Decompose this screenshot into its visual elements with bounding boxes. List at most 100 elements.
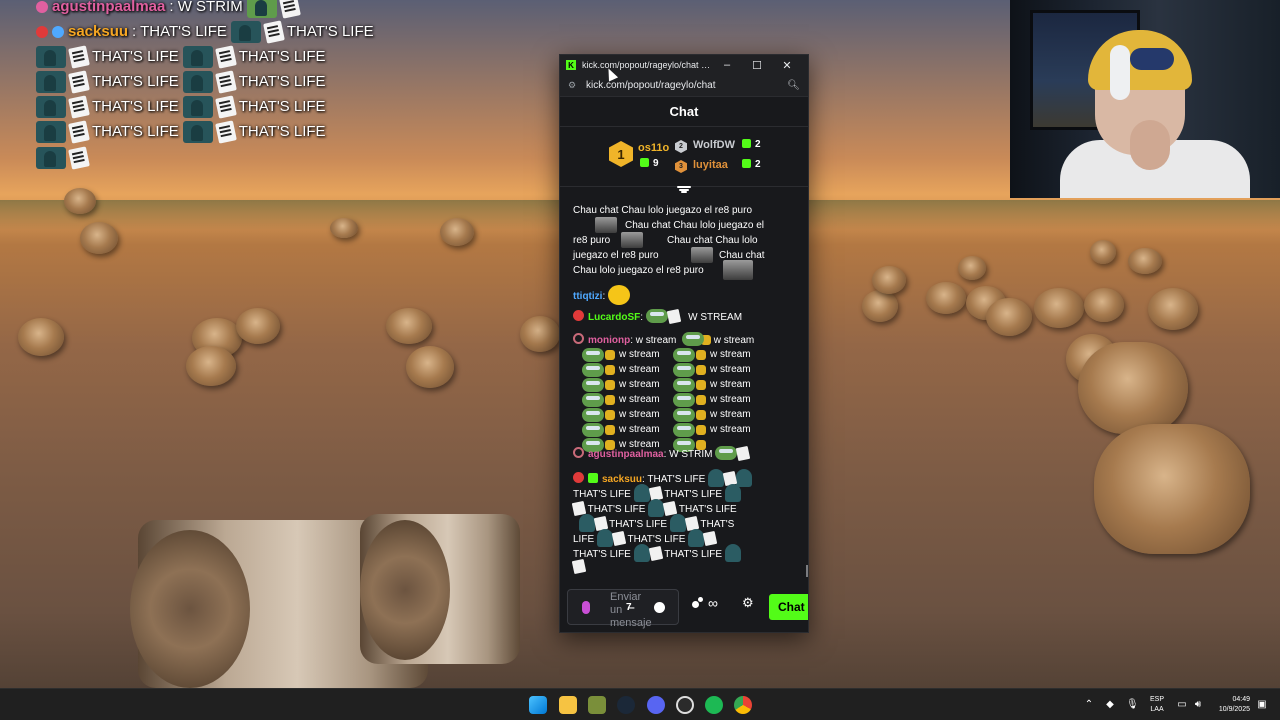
clock-date: 10/9/2025 — [1218, 706, 1250, 713]
ghost-emote-icon — [36, 70, 66, 93]
webcam-feed — [1010, 0, 1280, 198]
spam-cell: w stream — [582, 407, 673, 422]
microphone-icon[interactable] — [582, 601, 590, 614]
overlay-text: THAT'S LIFE — [238, 98, 326, 115]
hay-bale — [1128, 248, 1162, 274]
maximize-button[interactable]: ☐ — [742, 59, 772, 72]
chat-input[interactable]: Enviar un mensaje 7̶ — [567, 589, 679, 629]
settings-gear-icon[interactable]: ⚙ — [742, 595, 754, 611]
overlay-text: THAT'S LIFE — [238, 123, 326, 140]
microphone-tray-icon[interactable]: 🎙︎ — [1126, 699, 1139, 711]
chrome-icon[interactable] — [734, 696, 752, 714]
rank-2-badge-icon: 2 — [675, 140, 687, 153]
hay-bale — [1078, 342, 1188, 434]
leaderboard-name[interactable]: os11o — [638, 142, 669, 154]
window-title: kick.com/popout/rageylo/chat - Goog... — [582, 60, 712, 70]
overlay-message: THAT'S LIFE THAT'S LIFE — [36, 94, 326, 119]
app-tray-icon[interactable]: ◆ — [1104, 699, 1116, 711]
ghost-emote-icon — [36, 120, 66, 143]
overlay-message: THAT'S LIFE THAT'S LIFE — [36, 69, 326, 94]
overlay-text: : THAT'S LIFE — [132, 23, 227, 40]
leaderboard-name[interactable]: WolfDW — [693, 139, 735, 151]
kick-emote-icon[interactable]: 7̶ — [626, 602, 632, 613]
chat-username[interactable]: LucardoSF — [588, 312, 640, 323]
leaderboard-name[interactable]: luyitaa — [693, 159, 728, 171]
pepe-emote-icon — [673, 362, 695, 377]
points-icon[interactable] — [692, 601, 699, 608]
message-line: Chau lolo juegazo el re8 puro — [573, 260, 795, 280]
ghost-emote-icon — [182, 95, 213, 118]
rank-3-badge-icon: 3 — [675, 160, 687, 173]
address-bar[interactable]: ⚙ kick.com/popout/rageylo/chat 🔍︎ — [560, 75, 808, 97]
pepe-emote-icon — [645, 309, 668, 323]
hay-bale — [186, 346, 236, 386]
start-menu-icon[interactable] — [529, 696, 547, 714]
hand-emote-icon — [696, 364, 706, 375]
message-text: re8 puro — [573, 235, 611, 246]
leaderboard-count: 2 — [742, 159, 761, 170]
spam-row: w stream w stream — [582, 362, 782, 377]
note-emote-icon — [68, 44, 90, 69]
hay-bale — [1094, 424, 1250, 554]
spam-row: w stream w stream — [582, 377, 782, 392]
message-text: w stream — [710, 409, 751, 420]
gift-icon — [640, 158, 649, 167]
overlay-message: sacksuu : THAT'S LIFE THAT'S LIFE — [36, 19, 374, 44]
note-emote-icon — [214, 69, 237, 94]
pepe-emote-icon — [673, 377, 695, 392]
site-info-icon[interactable]: ⚙ — [568, 80, 580, 91]
zoom-icon[interactable]: 🔍︎ — [787, 80, 800, 91]
chat-username[interactable]: monionp — [588, 335, 630, 346]
pepe-emote-icon — [582, 407, 604, 422]
chat-username[interactable]: agustinpaalmaa — [588, 449, 664, 460]
pepe-emote-icon — [582, 392, 604, 407]
gift-leaderboard: 1 os11o 9 2 WolfDW 2 3 luyitaa 2 — [560, 127, 808, 187]
badge-icon — [36, 25, 48, 38]
ghost-emote-icon — [36, 95, 66, 118]
infinity-icon[interactable]: ∞ — [708, 595, 718, 611]
note-emote-icon — [262, 19, 285, 44]
chevron-up-icon[interactable]: ⌃ — [1083, 699, 1095, 711]
hay-bale — [862, 290, 898, 322]
note-emote-icon — [68, 119, 90, 144]
spam-cell: w stream — [582, 362, 673, 377]
volume-icon[interactable]: 🔊︎ — [1192, 699, 1204, 711]
spam-cell: w stream — [673, 362, 764, 377]
system-clock[interactable]: 04:49 10/9/2025 — [1212, 695, 1250, 715]
spam-cell: w stream — [582, 377, 673, 392]
ghost-emote-icon — [182, 120, 213, 143]
overlay-message: THAT'S LIFE THAT'S LIFE — [36, 119, 326, 144]
file-explorer-icon[interactable] — [559, 696, 577, 714]
obs-icon[interactable] — [676, 696, 694, 714]
send-chat-button[interactable]: Chat — [769, 594, 808, 620]
pepe-emote-icon — [582, 347, 604, 362]
kick-logo-icon: K — [566, 60, 576, 70]
window-titlebar[interactable]: K kick.com/popout/rageylo/chat - Goog...… — [560, 55, 808, 75]
language-indicator[interactable]: ESP LAA — [1150, 695, 1164, 715]
chat-scrollbar[interactable] — [806, 565, 808, 577]
badge-icon — [573, 447, 584, 458]
hay-bale — [64, 188, 96, 214]
chat-username[interactable]: ttiqtizi — [573, 291, 602, 302]
spotify-icon[interactable] — [705, 696, 723, 714]
spam-row: w stream w stream — [582, 347, 782, 362]
discord-icon[interactable] — [647, 696, 665, 714]
hay-bale — [1090, 240, 1116, 264]
minimize-button[interactable]: – — [712, 59, 742, 71]
note-emote-icon — [571, 558, 587, 575]
spam-cell: w stream — [673, 392, 764, 407]
close-button[interactable]: ✕ — [772, 59, 802, 72]
message-colon: : — [663, 449, 667, 460]
notification-icon[interactable]: ▣ — [1256, 699, 1268, 711]
hay-bale — [872, 266, 906, 294]
hand-emote-icon — [696, 424, 706, 435]
pepe-emote-icon — [246, 0, 277, 18]
steam-icon[interactable] — [617, 696, 635, 714]
spam-cell: w stream — [673, 407, 764, 422]
ghost-emote-icon — [182, 70, 213, 93]
emoji-icon[interactable] — [654, 602, 665, 613]
game-app-icon[interactable] — [588, 696, 606, 714]
url-text[interactable]: kick.com/popout/rageylo/chat — [586, 80, 787, 91]
network-icon[interactable]: ▭ — [1176, 699, 1188, 711]
pepe-emote-icon — [673, 347, 695, 362]
